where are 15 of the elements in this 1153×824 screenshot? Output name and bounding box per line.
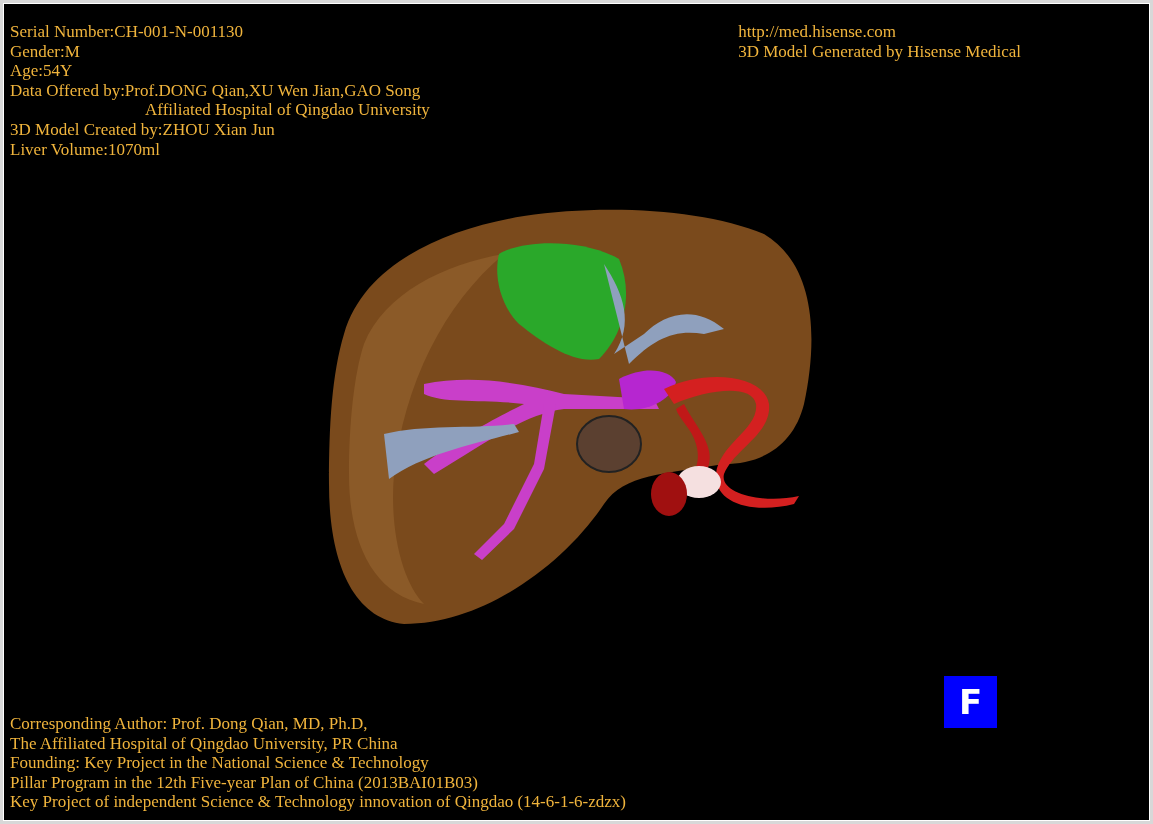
- info-text: Pillar Program in the 12th Five-year Plan of China (2013BAI01B03): [10, 772, 478, 793]
- info-text: 3D Model Generated by Hisense Medical: [738, 41, 1021, 62]
- info-text: Key Project of independent Science & Technology innovation of Qingdao (14-6-1-6-zdzx): [10, 792, 626, 812]
- info-text: Gender:M: [10, 41, 80, 62]
- info-text: http://med.hisense.com: [738, 22, 896, 42]
- info-text: Liver Volume:1070ml: [10, 139, 160, 160]
- info-text: Serial Number:CH-001-N-001130: [10, 22, 244, 42]
- orientation-marker: F: [944, 676, 997, 729]
- info-text: Age:54Y: [10, 61, 73, 81]
- info-text: Corresponding Author: Prof. Dong Qian, MD, Ph.D,: [10, 714, 368, 734]
- info-text: Affiliated Hospital of Qingdao University: [144, 100, 430, 120]
- info-text: 3D Model Created by:ZHOU Xian Jun: [10, 119, 275, 140]
- info-text: Founding: Key Project in the National Science & Technology: [10, 753, 429, 773]
- info-text: Data Offered by:Prof.DONG Qian,XU Wen Jian,GAO Song: [10, 80, 421, 101]
- info-text: The Affiliated Hospital of Qingdao University, PR China: [10, 733, 398, 754]
